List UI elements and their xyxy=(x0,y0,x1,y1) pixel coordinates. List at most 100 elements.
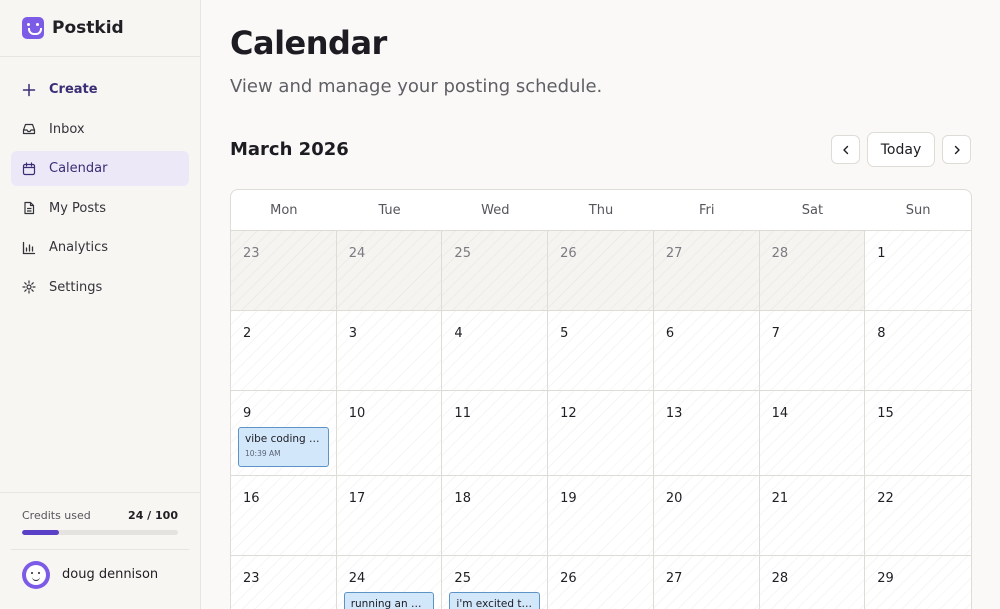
calendar-day[interactable]: 5 xyxy=(548,311,654,390)
calendar-day[interactable]: 17 xyxy=(336,476,443,555)
scheduled-post-event[interactable]: running an e… xyxy=(343,592,435,609)
weekday-label: Sun xyxy=(905,202,931,218)
chevron-right-icon xyxy=(954,145,960,154)
day-number: 7 xyxy=(771,326,780,341)
day-number: 27 xyxy=(665,246,683,261)
calendar-day[interactable]: 16 xyxy=(231,476,337,555)
calendar-day[interactable]: 6 xyxy=(653,311,760,390)
calendar-day[interactable]: 10 xyxy=(336,391,443,475)
calendar-day[interactable]: 9 vibe coding is… 10:39 AM xyxy=(231,391,337,475)
calendar-day[interactable]: 7 xyxy=(759,311,866,390)
calendar-day[interactable]: 12 xyxy=(548,391,654,475)
document-icon xyxy=(22,201,36,215)
day-number: 27 xyxy=(665,571,683,586)
calendar-week: 23 24 25 26 27 28 1 xyxy=(231,231,971,311)
sidebar-item-label: Analytics xyxy=(49,240,109,255)
calendar-day[interactable]: 22 xyxy=(865,476,971,555)
day-number: 28 xyxy=(771,571,789,586)
calendar-day[interactable]: 8 xyxy=(865,311,971,390)
day-number: 21 xyxy=(771,491,789,506)
avatar xyxy=(22,560,50,589)
day-number: 11 xyxy=(454,406,471,421)
scheduled-post-event[interactable]: i'm excited to … xyxy=(449,592,541,609)
user-profile[interactable]: doug dennison xyxy=(11,549,189,599)
calendar-week: 23 24 running an e… 25 i'm excited to … … xyxy=(231,556,971,609)
weekday-header: Mon Tue Wed Thu Fri Sat Sun xyxy=(231,190,971,231)
day-number: 25 xyxy=(454,246,471,261)
calendar-day[interactable]: 18 xyxy=(442,476,549,555)
day-number: 20 xyxy=(665,491,683,506)
calendar-day[interactable]: 24 running an e… xyxy=(336,556,443,609)
brand[interactable]: Postkid xyxy=(0,0,200,57)
sidebar-item-inbox[interactable]: Inbox xyxy=(11,112,189,147)
calendar-day[interactable]: 1 xyxy=(865,231,971,310)
day-number: 24 xyxy=(348,246,366,261)
calendar-week: 9 vibe coding is… 10:39 AM 10 11 12 13 1… xyxy=(231,391,971,476)
day-number: 22 xyxy=(877,491,894,506)
today-button[interactable]: Today xyxy=(867,132,935,167)
page-subtitle: View and manage your posting schedule. xyxy=(230,76,603,97)
calendar-day[interactable]: 27 xyxy=(653,556,760,609)
calendar-day[interactable]: 25 i'm excited to … xyxy=(442,556,549,609)
credits-progress-fill xyxy=(22,530,60,535)
calendar-day[interactable]: 23 xyxy=(231,231,337,310)
user-name: doug dennison xyxy=(62,567,159,582)
sidebar-item-analytics[interactable]: Analytics xyxy=(11,230,189,265)
calendar-grid: Mon Tue Wed Thu Fri Sat Sun 23 24 25 26 … xyxy=(230,189,972,609)
inbox-icon xyxy=(22,122,36,136)
calendar-day[interactable]: 21 xyxy=(759,476,866,555)
calendar-day[interactable]: 26 xyxy=(548,556,654,609)
calendar-day[interactable]: 27 xyxy=(653,231,760,310)
calendar-day[interactable]: 25 xyxy=(442,231,549,310)
calendar-day[interactable]: 19 xyxy=(548,476,654,555)
day-number: 25 xyxy=(454,571,471,586)
day-number: 4 xyxy=(454,326,463,341)
day-number: 29 xyxy=(877,571,894,586)
day-number: 17 xyxy=(348,491,366,506)
day-number: 5 xyxy=(560,326,569,341)
day-number: 13 xyxy=(665,406,683,421)
calendar-day[interactable]: 14 xyxy=(759,391,866,475)
calendar-day[interactable]: 24 xyxy=(336,231,443,310)
calendar-day[interactable]: 20 xyxy=(653,476,760,555)
bar-chart-icon xyxy=(22,241,36,255)
event-title: i'm excited to … xyxy=(456,598,533,609)
calendar-day[interactable]: 23 xyxy=(231,556,337,609)
credits-panel: Credits used 24 / 100 xyxy=(0,492,200,541)
event-title: running an e… xyxy=(350,598,428,609)
sidebar-item-label: Settings xyxy=(49,279,103,295)
calendar-icon xyxy=(22,161,36,176)
calendar-day[interactable]: 15 xyxy=(865,391,971,475)
scheduled-post-event[interactable]: vibe coding is… 10:39 AM xyxy=(238,427,329,467)
day-number: 23 xyxy=(243,571,260,586)
day-number: 26 xyxy=(560,571,577,586)
calendar-day[interactable]: 2 xyxy=(231,311,337,390)
credits-value: 24 / 100 xyxy=(128,509,178,522)
calendar-day[interactable]: 4 xyxy=(442,311,549,390)
prev-month-button[interactable] xyxy=(831,135,860,164)
sidebar-item-my-posts[interactable]: My Posts xyxy=(11,191,189,226)
calendar-day[interactable]: 13 xyxy=(653,391,760,475)
day-number: 16 xyxy=(243,491,260,506)
sidebar-item-settings[interactable]: Settings xyxy=(11,270,189,305)
day-number: 1 xyxy=(877,246,886,261)
next-month-button[interactable] xyxy=(942,135,971,164)
calendar-day[interactable]: 26 xyxy=(548,231,654,310)
day-number: 26 xyxy=(560,246,577,261)
weekday-label: Fri xyxy=(698,202,715,218)
postkid-logo-icon xyxy=(22,17,44,39)
calendar-day[interactable]: 28 xyxy=(759,556,866,609)
weekday-label: Tue xyxy=(378,202,401,218)
sidebar-item-label: Inbox xyxy=(49,121,85,137)
credits-progress-bar xyxy=(22,530,178,535)
sidebar-item-label: Create xyxy=(49,82,98,97)
sidebar-item-calendar[interactable]: Calendar xyxy=(11,151,189,186)
calendar-day[interactable]: 11 xyxy=(442,391,549,475)
calendar-day[interactable]: 28 xyxy=(759,231,866,310)
calendar-day[interactable]: 29 xyxy=(865,556,971,609)
day-number: 15 xyxy=(877,406,894,421)
day-number: 9 xyxy=(243,406,252,421)
calendar-day[interactable]: 3 xyxy=(336,311,443,390)
sidebar-item-create[interactable]: Create xyxy=(11,72,189,107)
day-number: 12 xyxy=(560,406,577,421)
